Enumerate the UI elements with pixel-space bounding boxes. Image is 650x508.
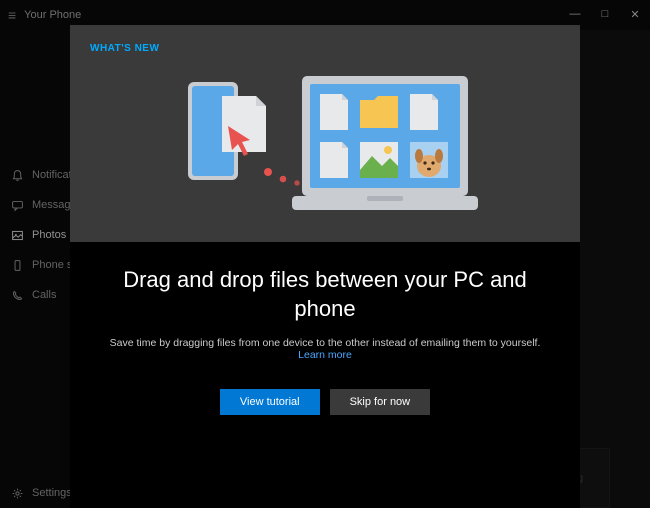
modal-backdrop: WHAT'S NEW [0,0,650,508]
modal-description-text: Save time by dragging files from one dev… [110,337,541,349]
modal-illustration-area: WHAT'S NEW [70,25,580,242]
modal-title: Drag and drop files between your PC and … [98,266,552,323]
whats-new-badge: WHAT'S NEW [90,43,560,54]
modal-content: Drag and drop files between your PC and … [70,242,580,441]
modal-buttons: View tutorial Skip for now [98,389,552,415]
whats-new-modal: WHAT'S NEW [70,25,580,508]
learn-more-link[interactable]: Learn more [298,349,352,361]
drag-drop-illustration [90,62,560,222]
modal-description: Save time by dragging files from one dev… [98,337,552,361]
skip-for-now-button[interactable]: Skip for now [330,389,431,415]
view-tutorial-button[interactable]: View tutorial [220,389,320,415]
